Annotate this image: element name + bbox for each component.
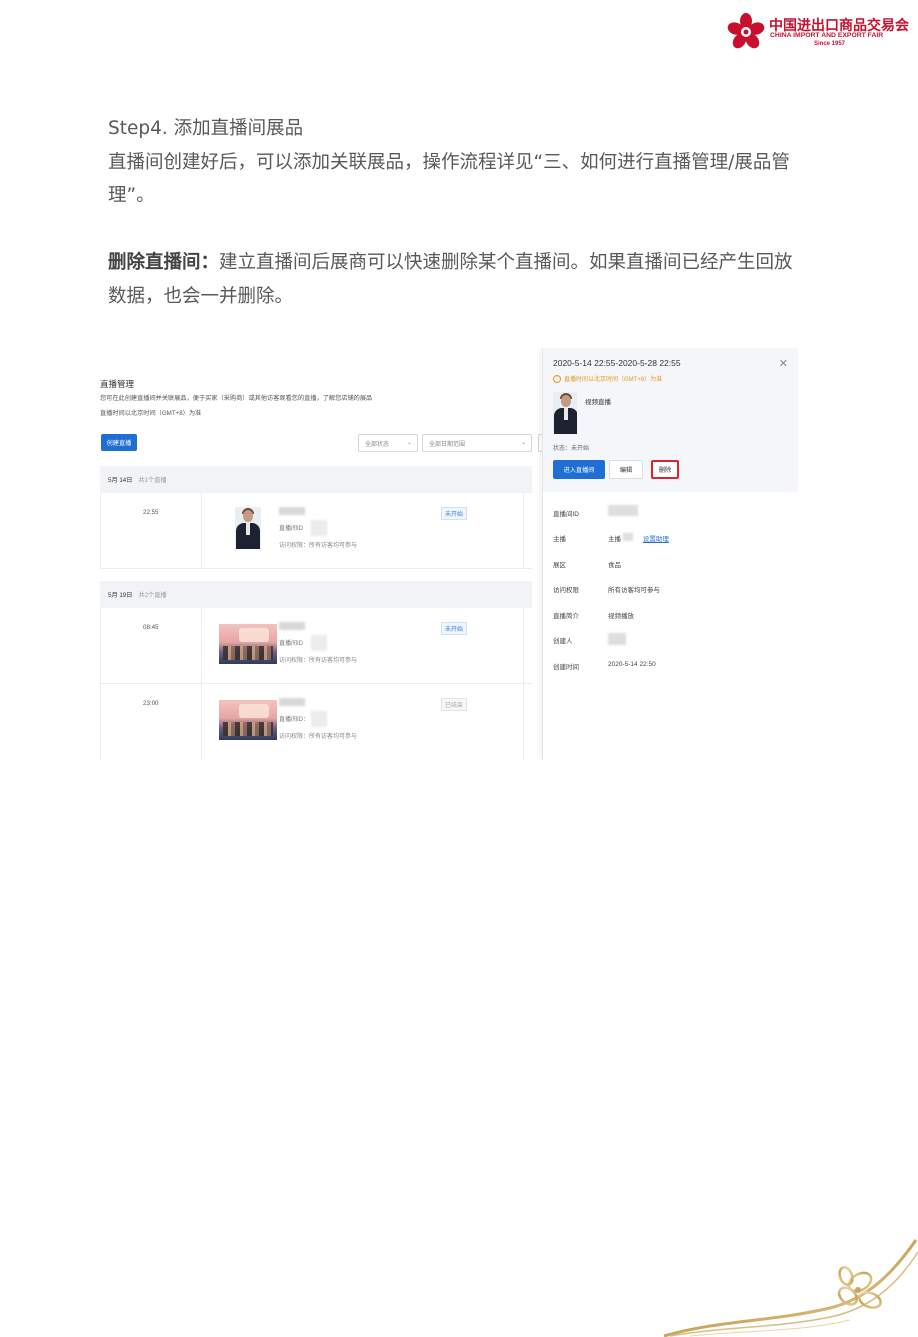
row-id-label: 直播间ID： — [279, 717, 310, 723]
chevron-down-icon: ⌄ — [406, 440, 412, 446]
info-value: 2020-5-14 22:50 — [608, 661, 656, 668]
row-permission: 访问权限：所有访客均可参与 — [279, 734, 358, 740]
logo-english-name: CHINA IMPORT AND EXPORT FAIR — [770, 32, 884, 39]
warning-icon: ! — [553, 374, 561, 383]
status-filter-value: 全部状态 — [365, 441, 390, 448]
table-row[interactable]: 22:55 直播间ID 访问权限：所有访客均可参与 未开始 — [100, 493, 532, 569]
row-time: 08:45 — [143, 624, 159, 631]
info-value: 视频播放 — [608, 613, 634, 620]
live-detail-panel: 2020-5-14 22:55-2020-5-28 22:55 ✕ ! 直播时间… — [542, 348, 798, 760]
live-management-screenshot: 直播管理 您可在此创建直播间并关联展品，便于买家（采购商）或其他访客观看您的直播… — [98, 348, 798, 760]
chevron-down-icon: ⌄ — [520, 440, 526, 446]
live-management-desc: 您可在此创建直播间并关联展品，便于买家（采购商）或其他访客观看您的直播，了解您店… — [100, 395, 373, 402]
date-filter-select[interactable]: 全部日期范围 ⌄ — [422, 434, 532, 452]
canton-fair-logo: 中国进出口商品交易会 CHINA IMPORT AND EXPORT FAIR … — [726, 12, 909, 52]
info-label: 直播间ID — [553, 511, 579, 518]
live-title: 视频直播 — [585, 399, 611, 406]
step4-body: 直播间创建好后，可以添加关联展品，操作流程详见“三、如何进行直播管理/展品管理”… — [108, 151, 790, 207]
delete-button[interactable]: 删除 — [651, 460, 679, 479]
create-live-button[interactable]: 创建直播 — [101, 434, 137, 451]
status-badge: 未开始 — [441, 622, 468, 635]
info-label: 展区 — [553, 562, 566, 569]
status-badge: 已结束 — [441, 698, 468, 711]
step4-section: Step4. 添加直播间展品 直播间创建好后，可以添加关联展品，操作流程详见“三… — [108, 112, 798, 213]
live-name-blurred — [279, 622, 305, 630]
host-avatar — [553, 392, 577, 434]
live-name-blurred — [279, 507, 305, 515]
day-count: 共2个直播 — [138, 592, 167, 599]
delete-label: 删除直播间： — [108, 252, 220, 273]
row-id-label: 直播间ID — [279, 641, 304, 647]
row-time: 23:00 — [143, 700, 159, 707]
edit-button[interactable]: 编辑 — [609, 460, 643, 479]
close-icon[interactable]: ✕ — [779, 357, 788, 370]
info-label: 创建人 — [553, 638, 573, 645]
live-thumbnail — [235, 507, 261, 549]
live-thumbnail — [219, 700, 277, 740]
table-row[interactable]: 23:00 直播间ID： 访问权限：所有访客均可参与 已结束 — [100, 684, 532, 760]
live-status: 状态：未开始 — [553, 446, 590, 452]
day-date: 5月 19日 — [108, 592, 133, 599]
enter-live-button[interactable]: 进入直播间 — [553, 460, 605, 479]
info-label: 创建时间 — [553, 664, 579, 671]
flower-logo-icon — [727, 13, 765, 49]
time-warning: ! 直播时间以北京时间（GMT+8）为准 — [553, 374, 662, 383]
row-id-label: 直播间ID — [279, 526, 304, 532]
time-note: 直播时间以北京时间（GMT+8）为准 — [100, 410, 202, 417]
day-date: 5月 14日 — [108, 477, 133, 484]
row-permission: 访问权限：所有访客均可参与 — [279, 658, 358, 664]
set-assistant-link[interactable]: 设置助理 — [643, 536, 669, 543]
info-value: 所有访客均可参与 — [608, 587, 660, 594]
status-badge: 未开始 — [441, 507, 468, 520]
live-time-range: 2020-5-14 22:55-2020-5-28 22:55 — [553, 358, 681, 368]
gold-ribbon-decoration — [663, 1239, 918, 1337]
info-label: 主播 — [553, 536, 566, 543]
live-thumbnail — [219, 624, 277, 664]
status-filter-select[interactable]: 全部状态 ⌄ — [358, 434, 418, 452]
date-filter-value: 全部日期范围 — [429, 441, 466, 448]
live-name-blurred — [279, 698, 305, 706]
day-header: 5月 14日 共1个直播 — [100, 466, 532, 493]
day-header: 5月 19日 共2个直播 — [100, 581, 532, 608]
row-permission: 访问权限：所有访客均可参与 — [279, 543, 358, 549]
row-time: 22:55 — [143, 509, 159, 516]
live-management-title: 直播管理 — [100, 379, 135, 389]
logo-since: Since 1957 — [814, 41, 846, 47]
info-value: 食品 — [608, 562, 621, 569]
time-warning-text: 直播时间以北京时间（GMT+8）为准 — [564, 377, 663, 383]
info-label: 直播简介 — [553, 613, 579, 620]
table-row[interactable]: 08:45 直播间ID 访问权限：所有访客均可参与 未开始 — [100, 608, 532, 684]
delete-section: 删除直播间：建立直播间后展商可以快速删除某个直播间。如果直播间已经产生回放数据，… — [108, 246, 798, 313]
step4-heading: Step4. 添加直播间展品 — [108, 118, 304, 139]
info-label: 访问权限 — [553, 587, 579, 594]
info-value: 主播 — [608, 536, 621, 543]
day-count: 共1个直播 — [138, 477, 167, 484]
